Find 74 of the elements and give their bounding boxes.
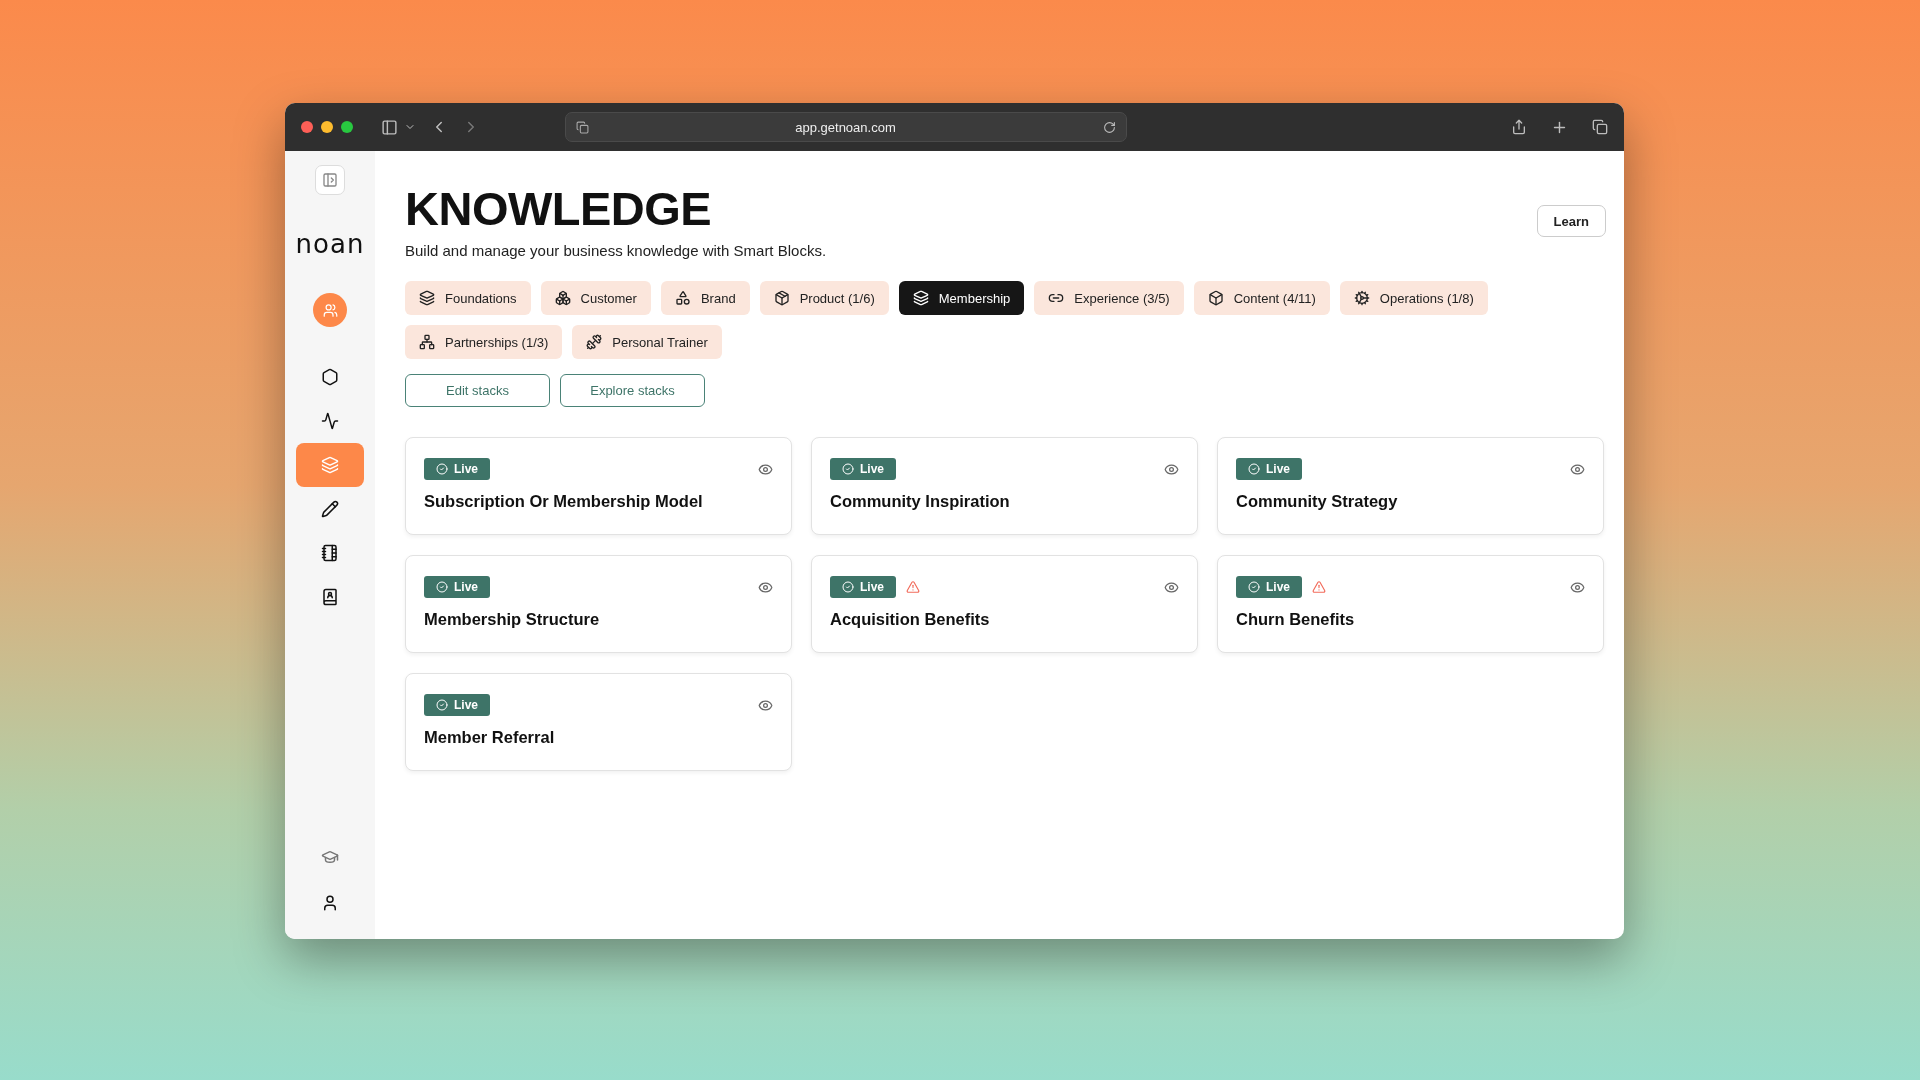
view-icon[interactable] <box>758 697 773 713</box>
notebook-icon <box>321 544 339 562</box>
knowledge-card[interactable]: Live Subscription Or Membership Model <box>405 437 792 535</box>
cog-icon <box>1353 290 1370 306</box>
view-icon[interactable] <box>1570 461 1585 477</box>
status-badge: Live <box>1236 576 1302 598</box>
card-title: Churn Benefits <box>1236 610 1356 629</box>
package-icon <box>773 290 790 306</box>
card-title: Acquisition Benefits <box>830 610 991 629</box>
category-tab[interactable]: Membership <box>898 281 1025 315</box>
card-title: Member Referral <box>424 728 556 747</box>
category-tab[interactable]: Product (1/6) <box>759 281 889 315</box>
layers-icon <box>419 290 435 306</box>
category-tab[interactable]: Customer <box>540 281 651 315</box>
share-icon[interactable] <box>1511 119 1527 135</box>
category-tab[interactable]: Experience (3/5) <box>1034 281 1184 315</box>
warning-icon <box>1312 580 1326 594</box>
page-subtitle: Build and manage your business knowledge with Smart Blocks. <box>405 242 827 259</box>
category-tab[interactable]: Brand <box>660 281 750 315</box>
view-icon[interactable] <box>758 579 773 595</box>
card-title: Subscription Or Membership Model <box>424 492 704 511</box>
status-badge: Live <box>830 576 896 598</box>
activity-icon <box>321 412 339 430</box>
view-icon[interactable] <box>1164 579 1179 595</box>
boxes-icon <box>554 290 571 306</box>
stack-button[interactable]: Explore stacks <box>560 374 705 407</box>
minimize-button[interactable] <box>321 121 333 133</box>
warning-icon <box>906 580 920 594</box>
graduation-cap-icon <box>321 848 339 866</box>
team-icon <box>322 302 338 318</box>
sidebar-toggle-icon[interactable] <box>381 118 398 136</box>
learn-button[interactable]: Learn <box>1536 205 1606 237</box>
reload-icon[interactable] <box>1102 120 1116 134</box>
layers-icon <box>321 456 339 474</box>
card-title: Membership Structure <box>424 610 601 629</box>
maximize-button[interactable] <box>341 121 353 133</box>
status-badge: Live <box>424 694 490 716</box>
status-badge: Live <box>424 458 490 480</box>
category-tab[interactable]: Personal Trainer <box>572 325 722 359</box>
dumbbell-icon <box>586 334 603 350</box>
logo: noan <box>295 229 365 259</box>
panel-icon <box>322 172 338 188</box>
status-badge: Live <box>830 458 896 480</box>
card-title: Community Strategy <box>1236 492 1399 511</box>
shapes-icon <box>674 290 691 306</box>
tabs-overview-icon[interactable] <box>1592 119 1608 135</box>
view-icon[interactable] <box>1570 579 1585 595</box>
knowledge-card[interactable]: Live Member Referral <box>405 673 792 771</box>
status-badge: Live <box>1236 458 1302 480</box>
view-icon[interactable] <box>758 461 773 477</box>
address-bar[interactable]: app.getnoan.com <box>564 112 1127 142</box>
category-tab[interactable]: Operations (1/8) <box>1339 281 1488 315</box>
contact-book-icon <box>321 588 339 606</box>
network-icon <box>419 334 435 350</box>
category-tab[interactable]: Partnerships (1/3) <box>405 325 563 359</box>
knowledge-card[interactable]: Live Membership Structure <box>405 555 792 653</box>
knowledge-card[interactable]: Live Acquisition Benefits <box>811 555 1198 653</box>
category-tab[interactable]: Foundations <box>405 281 531 315</box>
card-title: Community Inspiration <box>830 492 1011 511</box>
category-tab[interactable]: Content (4/11) <box>1193 281 1330 315</box>
status-badge: Live <box>424 576 490 598</box>
knowledge-card[interactable]: Live Community Strategy <box>1217 437 1604 535</box>
layers-icon <box>912 290 929 306</box>
user-icon <box>321 894 339 912</box>
stack-button[interactable]: Edit stacks <box>405 374 550 407</box>
knowledge-card[interactable]: Live Churn Benefits <box>1217 555 1604 653</box>
page-title: KNOWLEDGE <box>405 181 713 236</box>
pencil-icon <box>321 500 339 518</box>
hexagon-icon <box>321 368 339 386</box>
close-button[interactable] <box>301 121 313 133</box>
url-text: app.getnoan.com <box>794 119 897 135</box>
view-icon[interactable] <box>1164 461 1179 477</box>
knowledge-card[interactable]: Live Community Inspiration <box>811 437 1198 535</box>
box-icon <box>1207 290 1224 306</box>
